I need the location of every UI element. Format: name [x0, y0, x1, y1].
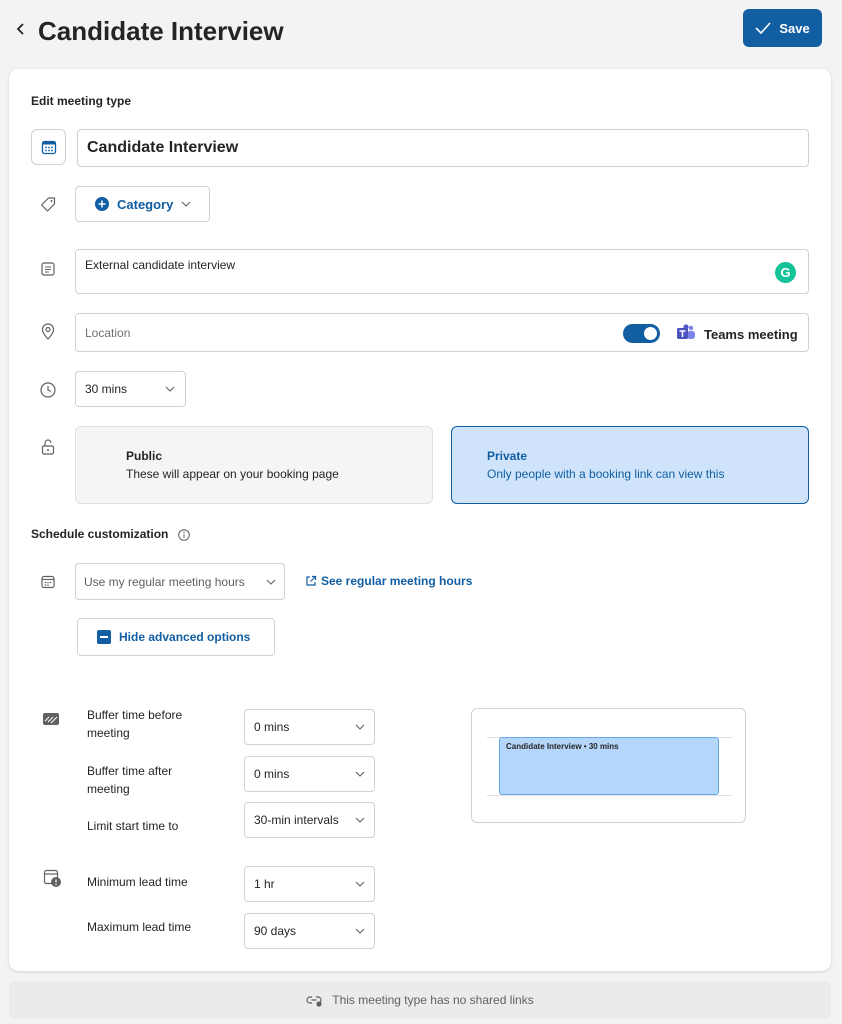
page-title: Candidate Interview	[38, 16, 284, 46]
visibility-private-option[interactable]: Private Only people with a booking link …	[451, 426, 809, 504]
private-description: Only people with a booking link can view…	[487, 467, 725, 481]
duration-value: 30 mins	[85, 382, 128, 396]
see-regular-hours-link[interactable]: See regular meeting hours	[305, 574, 472, 588]
buffer-after-select[interactable]: 0 mins	[244, 756, 375, 792]
buffer-before-value: 0 mins	[254, 720, 290, 734]
shared-links-text: This meeting type has no shared links	[332, 993, 534, 1007]
preview-event: Candidate Interview • 30 mins	[499, 737, 719, 795]
chevron-down-icon	[355, 724, 365, 730]
hide-advanced-options-label: Hide advanced options	[119, 630, 251, 644]
edit-meeting-type-heading: Edit meeting type	[31, 94, 132, 108]
chevron-down-icon	[355, 817, 365, 823]
public-title: Public	[126, 449, 163, 463]
max-lead-select[interactable]: 90 days	[244, 913, 375, 949]
max-lead-label: Maximum lead time	[87, 920, 192, 934]
limit-start-value: 30-min intervals	[254, 813, 339, 827]
calendar-icon	[41, 140, 56, 155]
chevron-down-icon	[266, 579, 276, 585]
category-label: Category	[117, 196, 174, 212]
calendar-color-picker[interactable]	[31, 129, 66, 165]
chevron-down-icon	[355, 928, 365, 934]
buffer-before-label: Buffer time before meeting	[87, 708, 183, 740]
teams-meeting-toggle[interactable]	[623, 324, 660, 343]
tag-icon	[38, 195, 58, 215]
meeting-hours-value: Use my regular meeting hours	[84, 574, 245, 589]
clock-icon	[38, 380, 58, 400]
buffer-after-value: 0 mins	[254, 767, 290, 781]
category-button[interactable]: Category	[75, 186, 210, 222]
chevron-down-icon	[355, 881, 365, 887]
add-circle-icon	[95, 197, 109, 211]
buffer-before-select[interactable]: 0 mins	[244, 709, 375, 745]
chevron-left-icon	[16, 23, 24, 35]
open-external-icon	[306, 575, 317, 586]
teams-meeting-label: Teams meeting	[704, 327, 798, 342]
info-icon[interactable]	[178, 528, 190, 546]
collapse-icon	[97, 630, 111, 644]
calendar-clock-icon	[43, 869, 63, 894]
meeting-title-input[interactable]: Candidate Interview	[77, 129, 809, 167]
limit-start-select[interactable]: 30-min intervals	[244, 802, 375, 838]
location-input[interactable]: Location	[75, 313, 809, 352]
public-description: These will appear on your booking page	[126, 467, 339, 481]
calendar-grid-icon	[38, 572, 58, 592]
limit-start-label: Limit start time to	[87, 819, 179, 833]
unlock-icon	[38, 437, 58, 457]
min-lead-select[interactable]: 1 hr	[244, 866, 375, 902]
description-input[interactable]: External candidate interview	[75, 249, 809, 294]
schedule-preview: Candidate Interview • 30 mins	[471, 708, 746, 823]
text-description-icon	[38, 259, 58, 279]
chevron-down-icon	[165, 386, 175, 392]
min-lead-value: 1 hr	[254, 877, 275, 891]
link-icon	[306, 996, 322, 1007]
see-regular-hours-label: See regular meeting hours	[321, 574, 473, 588]
back-button[interactable]	[16, 18, 26, 42]
schedule-customization-heading: Schedule customization	[31, 527, 169, 541]
meeting-hours-select[interactable]: Use my regular meeting hours	[75, 563, 285, 600]
chevron-down-icon	[181, 201, 191, 207]
hide-advanced-options-button[interactable]: Hide advanced options	[77, 618, 275, 656]
grammarly-icon[interactable]: G	[775, 262, 796, 283]
buffer-after-label: Buffer time after meeting	[87, 764, 173, 796]
private-title: Private	[487, 449, 528, 463]
buffer-time-icon	[42, 711, 60, 732]
max-lead-value: 90 days	[254, 924, 297, 938]
preview-gridline	[487, 795, 732, 796]
visibility-public-option[interactable]: Public These will appear on your booking…	[75, 426, 433, 504]
min-lead-label: Minimum lead time	[87, 875, 188, 889]
location-pin-icon	[38, 322, 58, 342]
save-button[interactable]: Save	[743, 9, 822, 47]
chevron-down-icon	[355, 771, 365, 777]
save-button-label: Save	[779, 20, 810, 36]
shared-links-bar: This meeting type has no shared links	[9, 981, 831, 1019]
duration-select[interactable]: 30 mins	[75, 371, 186, 407]
checkmark-icon	[755, 22, 771, 34]
teams-icon	[676, 324, 696, 347]
